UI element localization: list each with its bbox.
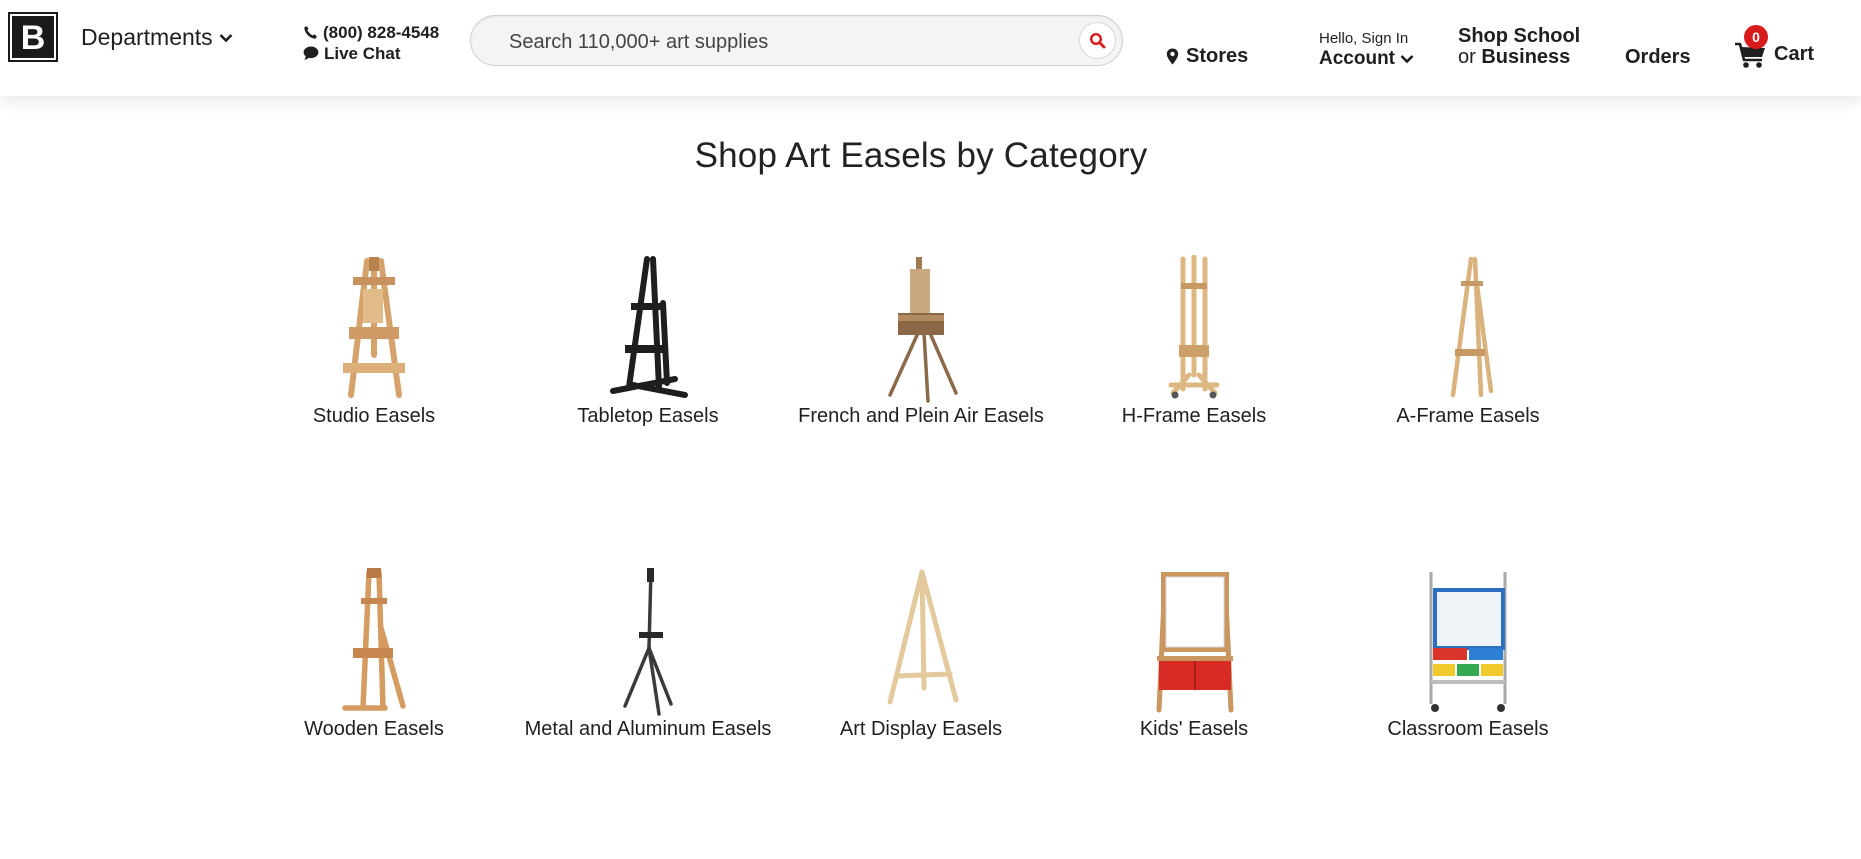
- studio-easel-image: [343, 257, 405, 398]
- category-tile-classroom-easels[interactable]: Classroom Easels: [1343, 567, 1593, 742]
- shop-school-label: Shop School: [1458, 25, 1581, 47]
- category-tile-art-display-easels[interactable]: Art Display Easels: [796, 567, 1046, 742]
- classroom-easel-image: [1429, 572, 1507, 712]
- category-label: Wooden Easels: [304, 718, 444, 740]
- chat-bubble-icon: [303, 46, 319, 61]
- category-tile-tabletop-easels[interactable]: Tabletop Easels: [523, 254, 773, 429]
- account-menu[interactable]: Hello, Sign In Account: [1319, 29, 1414, 69]
- search-icon: [1089, 32, 1106, 49]
- stores-link[interactable]: Stores: [1166, 45, 1248, 68]
- display-easel-image: [887, 569, 959, 705]
- chevron-down-icon: [219, 33, 233, 42]
- cart-button[interactable]: 0 Cart: [1734, 25, 1815, 70]
- category-label: Classroom Easels: [1387, 718, 1549, 740]
- cart-count-badge: 0: [1744, 25, 1768, 49]
- site-header: B Departments (800) 828-4548 Live Chat S…: [0, 0, 1861, 96]
- search-input[interactable]: [507, 28, 1031, 56]
- cart-label: Cart: [1774, 42, 1815, 65]
- wooden-easel-image: [342, 568, 406, 711]
- phone-number: (800) 828-4548: [323, 23, 440, 42]
- category-tile-h-frame-easels[interactable]: H-Frame Easels: [1069, 254, 1319, 429]
- map-pin-icon: [1166, 48, 1179, 65]
- french-easel-image: [888, 257, 958, 403]
- category-tile-metal-aluminum-easels[interactable]: Metal and Aluminum Easels: [523, 567, 773, 742]
- category-tile-wooden-easels[interactable]: Wooden Easels: [249, 567, 499, 742]
- category-label: H-Frame Easels: [1121, 405, 1267, 427]
- search-button[interactable]: [1079, 22, 1116, 59]
- category-label: Art Display Easels: [839, 718, 1003, 740]
- category-tile-french-plein-air-easels[interactable]: French and Plein Air Easels: [796, 254, 1046, 429]
- kids-easel-image: [1156, 572, 1234, 713]
- phone-icon: [304, 26, 317, 39]
- category-label: Kids' Easels: [1139, 718, 1249, 740]
- category-tile-a-frame-easels[interactable]: A-Frame Easels: [1343, 254, 1593, 429]
- category-label: Tabletop Easels: [577, 405, 719, 427]
- tabletop-easel-image: [610, 256, 688, 398]
- search-bar: [470, 15, 1123, 66]
- metal-easel-image: [623, 568, 673, 716]
- live-chat-link[interactable]: Live Chat: [303, 43, 439, 64]
- category-label: A-Frame Easels: [1396, 405, 1540, 427]
- a-frame-easel-image: [1450, 256, 1494, 398]
- category-label: Studio Easels: [312, 405, 436, 427]
- stores-label: Stores: [1186, 45, 1249, 67]
- orders-link[interactable]: Orders: [1625, 46, 1691, 69]
- category-tile-kids-easels[interactable]: Kids' Easels: [1069, 567, 1319, 742]
- blick-logo[interactable]: B: [8, 12, 58, 62]
- shop-school-business-link[interactable]: Shop School or Business: [1458, 26, 1580, 68]
- category-label: Metal and Aluminum Easels: [524, 718, 772, 740]
- category-label: French and Plein Air Easels: [798, 405, 1044, 427]
- departments-label: Departments: [81, 24, 213, 50]
- chevron-down-icon: [1400, 55, 1414, 64]
- phone-link[interactable]: (800) 828-4548: [303, 22, 439, 43]
- contact-block: (800) 828-4548 Live Chat: [303, 22, 439, 64]
- departments-menu-button[interactable]: Departments: [81, 24, 233, 51]
- category-tile-studio-easels[interactable]: Studio Easels: [249, 254, 499, 429]
- account-label: Account: [1319, 48, 1395, 69]
- h-frame-easel-image: [1168, 255, 1220, 399]
- account-greeting: Hello, Sign In: [1319, 30, 1409, 47]
- live-chat-label: Live Chat: [324, 44, 401, 63]
- page-title: Shop Art Easels by Category: [694, 136, 1148, 175]
- shop-school-or: or: [1458, 46, 1476, 68]
- shop-business-label: Business: [1481, 46, 1571, 68]
